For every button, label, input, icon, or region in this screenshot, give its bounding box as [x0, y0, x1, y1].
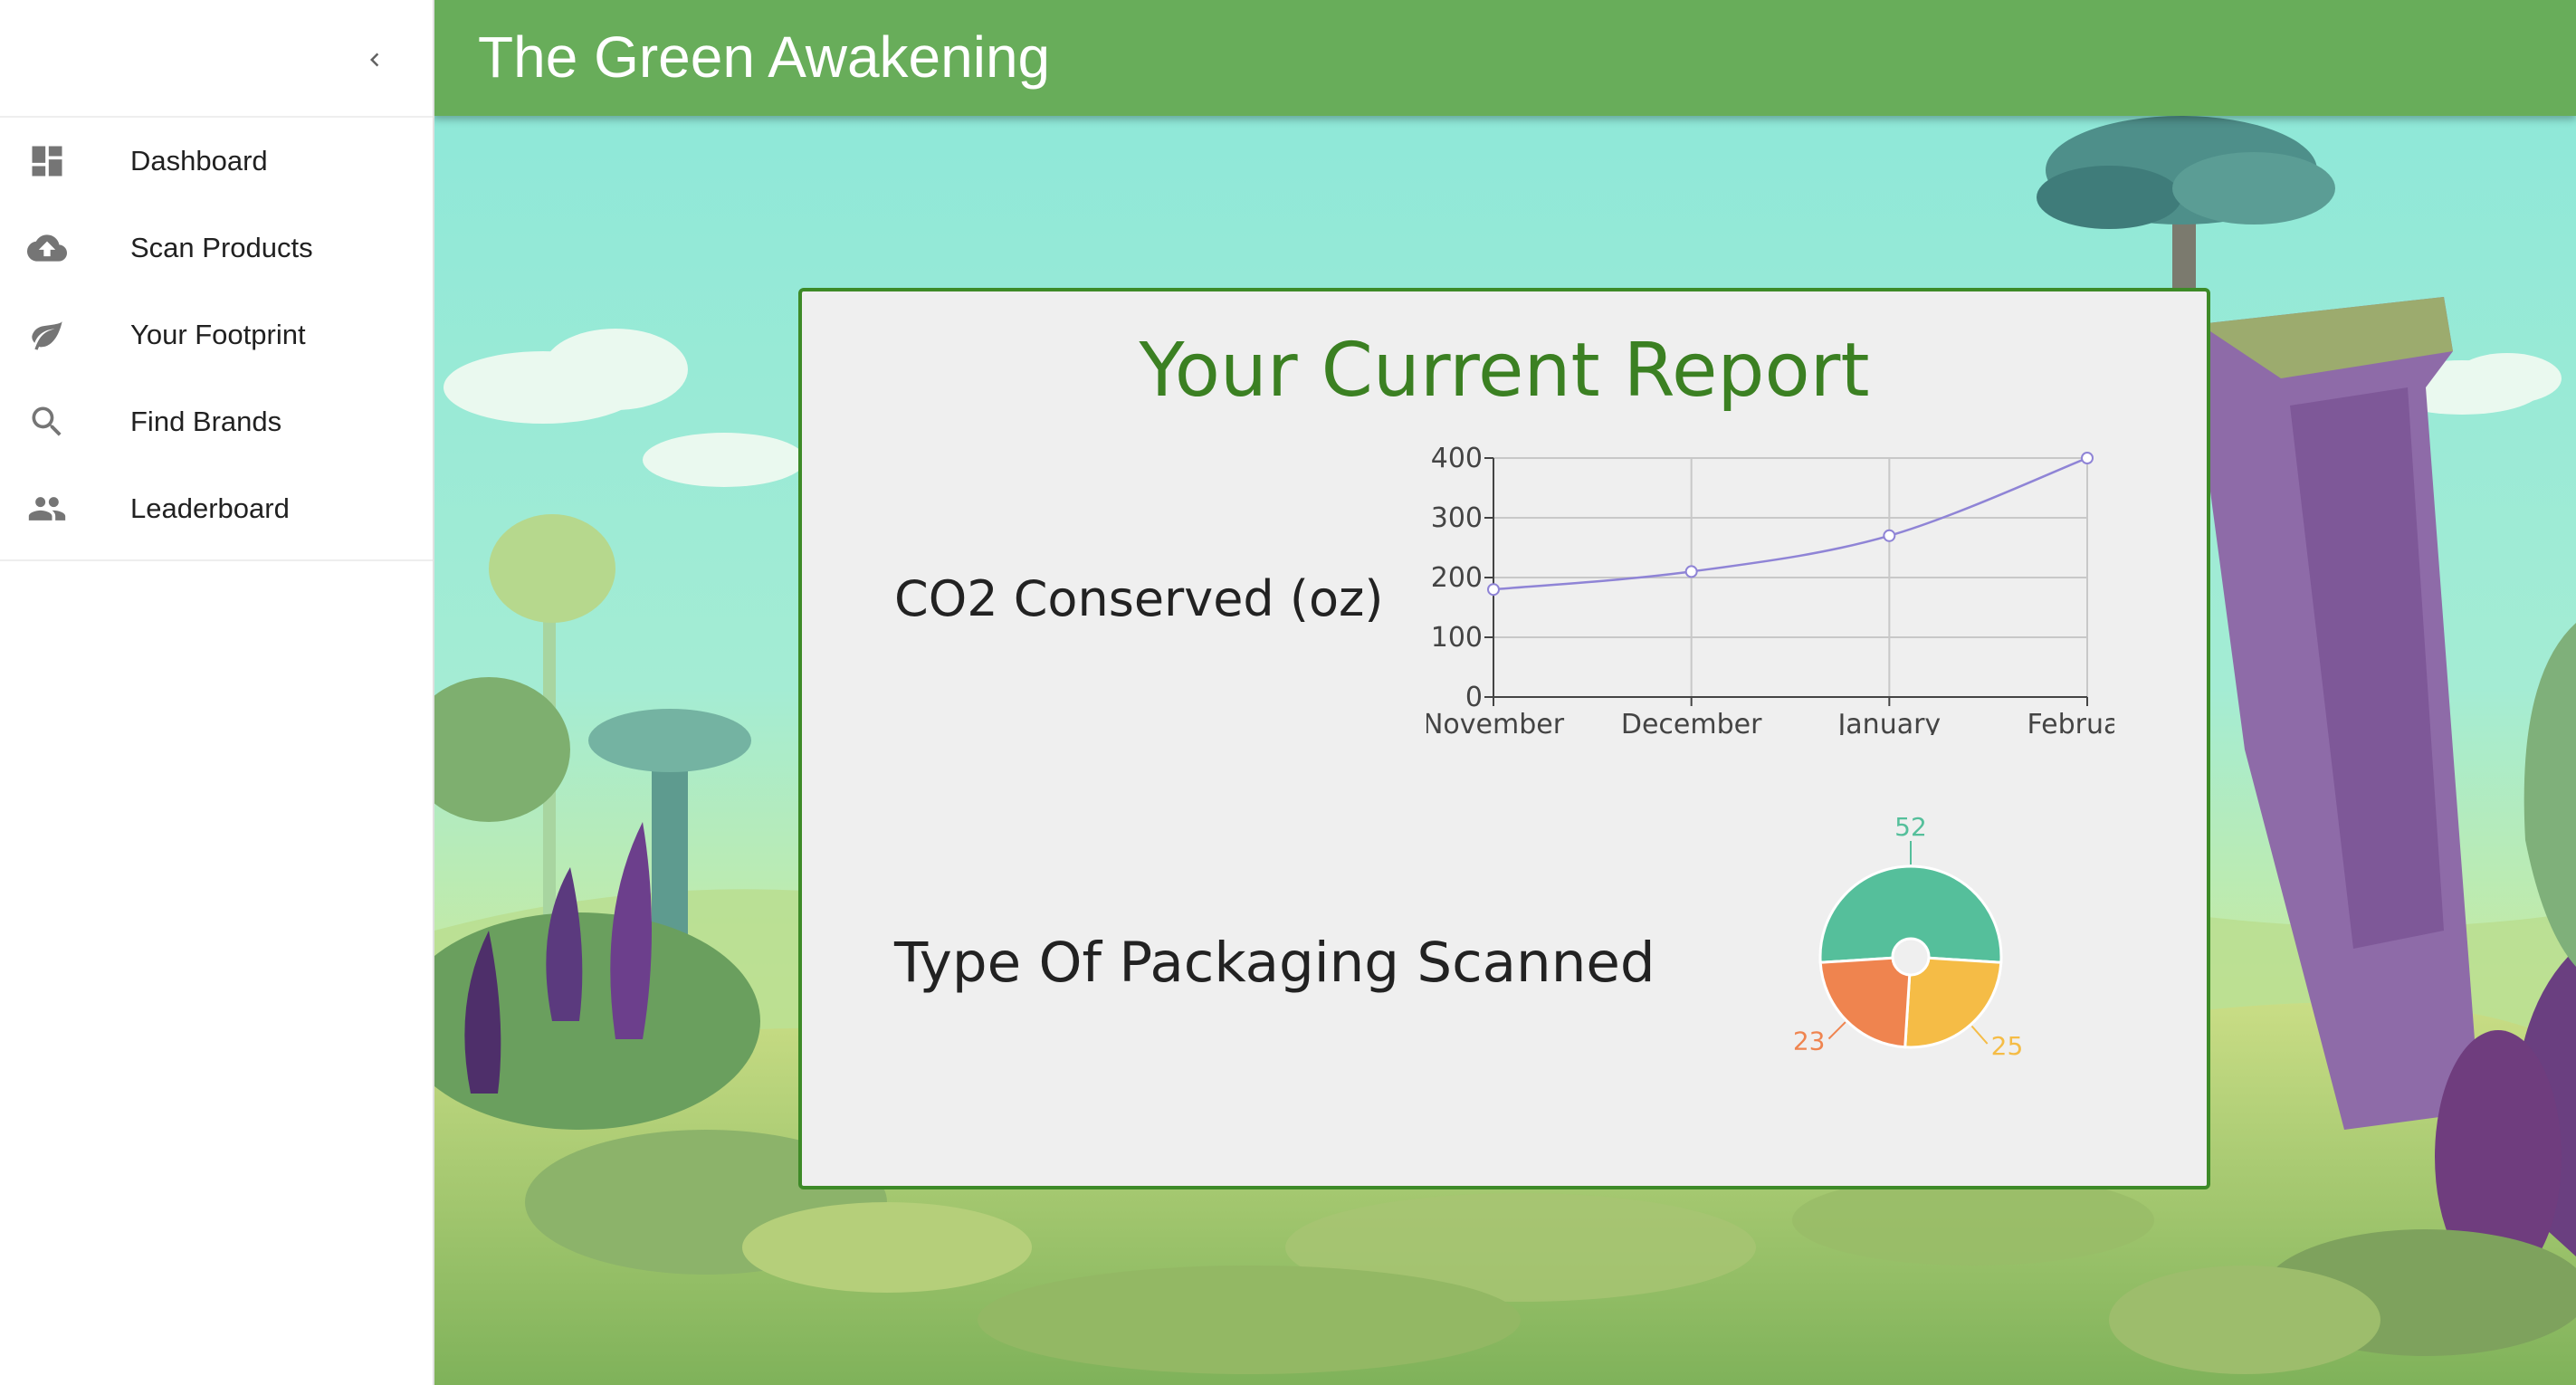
sidebar-item-dashboard[interactable]: Dashboard [0, 118, 433, 205]
sidebar-item-find-brands[interactable]: Find Brands [0, 378, 433, 465]
report-title: Your Current Report [1139, 328, 1870, 414]
x-tick-label: February [2027, 709, 2114, 735]
y-tick-label: 200 [1431, 562, 1483, 594]
x-tick-label: November [1426, 709, 1565, 735]
sidebar: Dashboard Scan Products Your Footprint F… [0, 0, 434, 1385]
data-point [1684, 565, 1698, 578]
dashboard-icon [27, 141, 67, 181]
y-tick-label: 400 [1431, 443, 1483, 474]
sidebar-item-label: Leaderboard [130, 492, 290, 524]
report-card: Your Current Report CO2 Conserved (oz) T… [798, 288, 2210, 1189]
sidebar-item-label: Dashboard [130, 145, 268, 177]
x-tick-label: January [1836, 709, 1941, 735]
data-point [1487, 583, 1500, 597]
cloud-upload-icon [27, 228, 67, 268]
people-icon [27, 489, 67, 529]
y-tick-label: 300 [1431, 502, 1483, 534]
y-tick-label: 100 [1431, 622, 1483, 654]
sidebar-item-scan-products[interactable]: Scan Products [0, 205, 433, 291]
app-title: The Green Awakening [478, 24, 1051, 90]
sidebar-header [0, 0, 433, 118]
x-tick-label: December [1621, 709, 1762, 735]
sidebar-item-label: Scan Products [130, 232, 313, 263]
packaging-donut-chart: 52 25 23 [1793, 812, 2024, 1061]
slice-leader-line [1970, 1025, 1989, 1045]
collapse-sidebar-button[interactable] [351, 36, 398, 83]
chevron-left-icon [370, 53, 379, 67]
sidebar-item-label: Your Footprint [130, 319, 306, 350]
sidebar-item-label: Find Brands [130, 406, 282, 437]
data-point [1883, 529, 1896, 542]
sidebar-item-leaderboard[interactable]: Leaderboard [0, 465, 433, 552]
slice-label: 52 [1894, 812, 1927, 842]
data-point [2081, 452, 2094, 464]
packaging-type-label: Type Of Packaging Scanned [894, 931, 1655, 995]
slice-label: 23 [1793, 1027, 1826, 1056]
co2-conserved-label: CO2 Conserved (oz) [894, 570, 1384, 627]
pie-slice [1818, 864, 2003, 964]
search-icon [27, 402, 67, 442]
leaf-icon [27, 315, 67, 355]
co2-line-chart: 0100200300400November December January Febr… [1426, 443, 2114, 735]
slice-leader-line [1827, 1021, 1846, 1040]
sidebar-item-your-footprint[interactable]: Your Footprint [0, 291, 433, 378]
app-bar: The Green Awakening [433, 0, 2576, 116]
sidebar-nav: Dashboard Scan Products Your Footprint F… [0, 118, 433, 561]
pie-slice [1903, 956, 2003, 1049]
slice-label: 25 [1991, 1031, 2024, 1061]
co2-series-line [1493, 456, 2088, 591]
